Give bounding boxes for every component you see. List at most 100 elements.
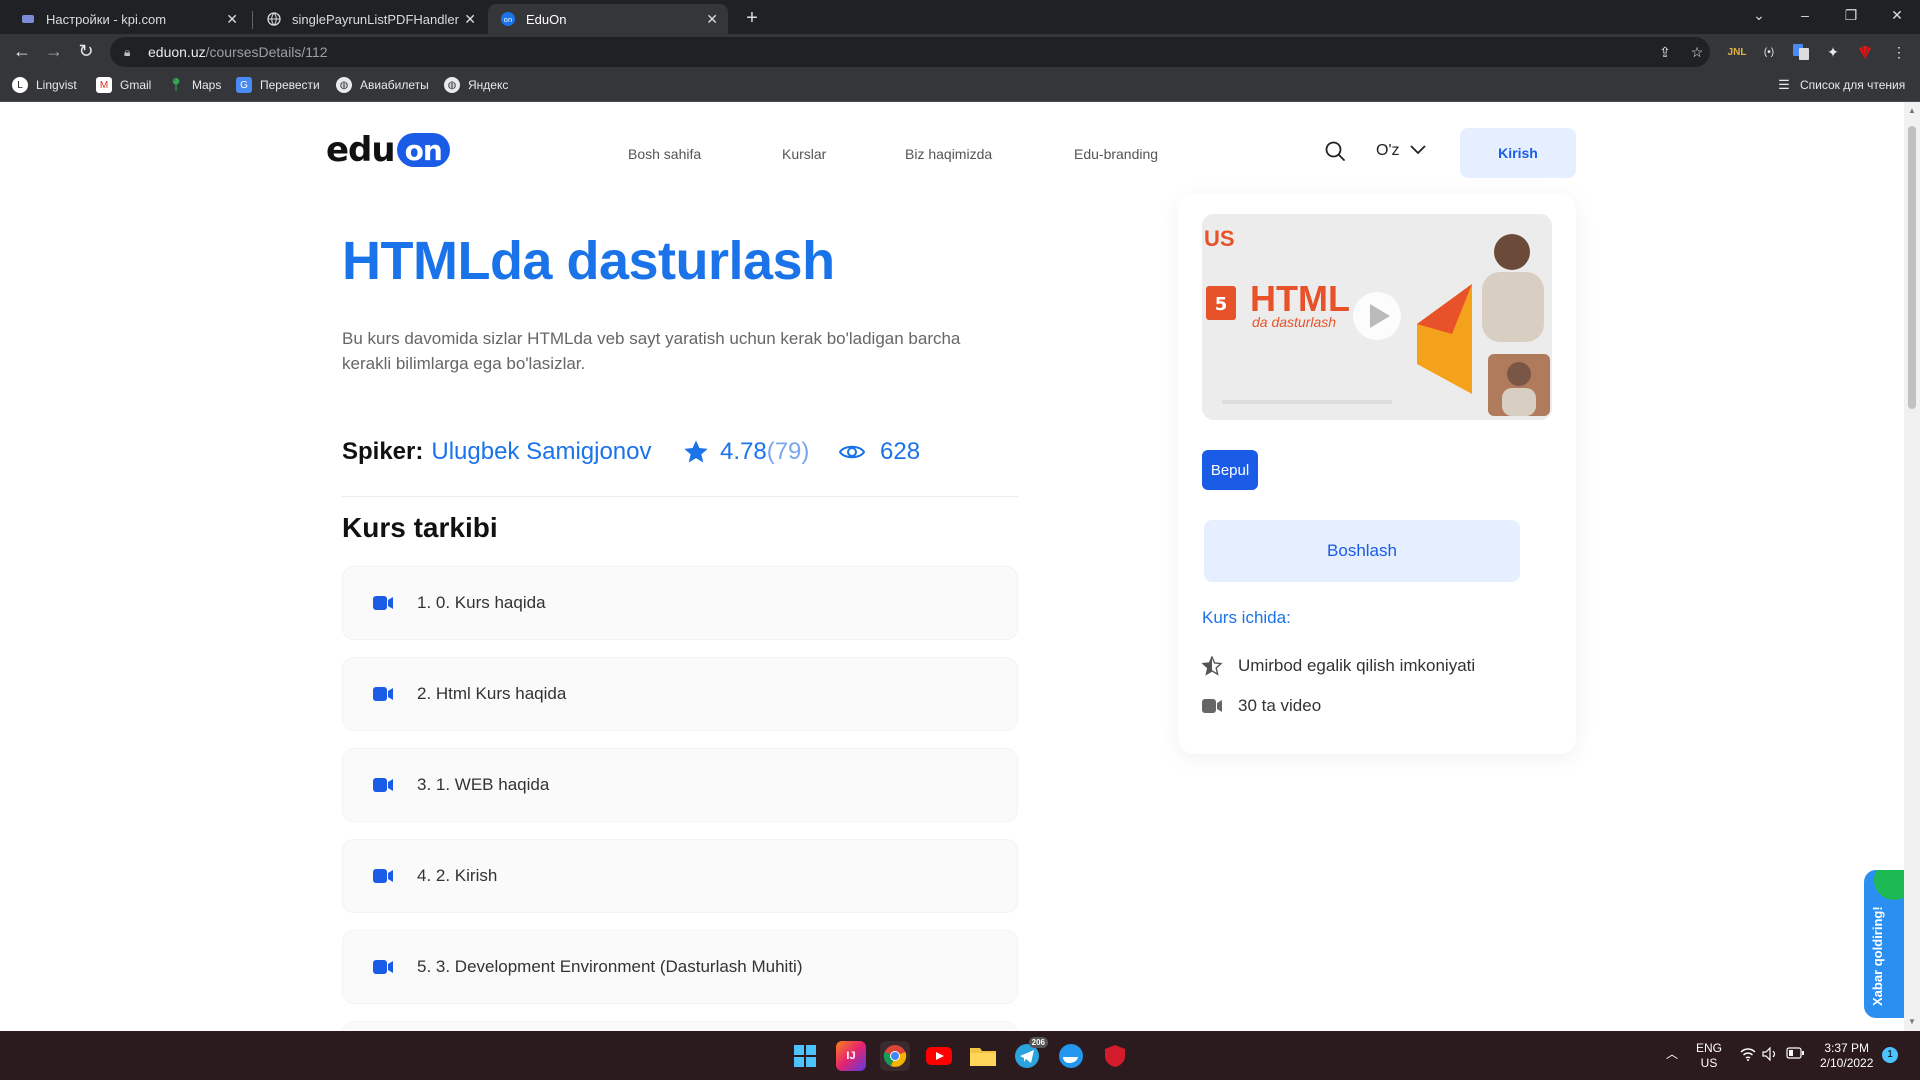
- price-badge: Bepul: [1202, 450, 1258, 490]
- nav-about[interactable]: Biz haqimizda: [905, 146, 992, 162]
- browser-tab-payrun[interactable]: singlePayrunListPDFHandler ✕: [254, 4, 486, 34]
- bookmark-label: Перевести: [260, 78, 320, 92]
- logo-badge: on: [396, 133, 450, 167]
- bookmark-aviabilety[interactable]: ◍ Авиабилеты: [336, 77, 429, 93]
- minimize-button[interactable]: –: [1782, 0, 1828, 30]
- close-window-button[interactable]: ✕: [1874, 0, 1920, 30]
- share-icon[interactable]: ⇪: [1654, 41, 1676, 63]
- chrome-icon[interactable]: [880, 1041, 910, 1071]
- scroll-down-arrow-icon[interactable]: ▼: [1908, 1017, 1916, 1026]
- close-tab-icon[interactable]: ✕: [464, 11, 476, 28]
- scrollbar-thumb[interactable]: [1908, 126, 1916, 409]
- forward-button[interactable]: →: [40, 37, 68, 65]
- globe-icon: ◍: [336, 77, 352, 93]
- start-button[interactable]: Boshlash: [1204, 520, 1520, 582]
- file-explorer-icon[interactable]: [968, 1041, 998, 1071]
- rating-count: (79): [766, 438, 810, 465]
- lesson-title: 4. 2. Kirish: [417, 866, 498, 885]
- speaker: Spiker: Ulugbek Samigjonov: [342, 438, 652, 466]
- bookmark-label: Авиабилеты: [360, 78, 429, 92]
- new-tab-button[interactable]: +: [738, 4, 766, 32]
- reading-list-label: Список для чтения: [1800, 78, 1906, 92]
- bookmark-maps[interactable]: 📍︎ Maps: [168, 77, 222, 93]
- nav-edu-branding[interactable]: Edu-branding: [1074, 146, 1158, 162]
- lesson-title: 1. 0. Kurs haqida: [417, 593, 546, 612]
- lesson-item[interactable]: 4. 2. Kirish: [342, 839, 1018, 913]
- nav-courses[interactable]: Kurslar: [782, 146, 826, 162]
- telegram-icon[interactable]: 206: [1012, 1037, 1048, 1071]
- windows-start-icon[interactable]: [790, 1041, 820, 1071]
- chevron-down-icon: [1409, 142, 1426, 160]
- page-scrollbar[interactable]: ▲ ▼: [1904, 102, 1920, 1031]
- browser-tab-strip: Настройки - kpi.com ✕ singlePayrunListPD…: [0, 0, 1920, 34]
- feedback-label: Xabar qoldiring!: [1870, 906, 1885, 1006]
- course-rating: 4.78 (79): [682, 438, 809, 466]
- course-title: HTMLda dasturlash: [342, 231, 835, 291]
- notification-badge[interactable]: 1: [1882, 1047, 1898, 1063]
- tab-title: EduOn: [526, 11, 567, 27]
- wifi-icon[interactable]: [1740, 1047, 1756, 1065]
- lesson-item[interactable]: 1. 0. Kurs haqida: [342, 566, 1018, 640]
- bookmark-star-icon[interactable]: ☆: [1686, 41, 1708, 63]
- browser-tab-eduon[interactable]: on EduOn ✕: [488, 4, 728, 34]
- close-tab-icon[interactable]: ✕: [706, 11, 718, 28]
- lesson-item[interactable]: 2. Html Kurs haqida: [342, 657, 1018, 731]
- back-button[interactable]: ←: [8, 37, 36, 65]
- eduon-logo[interactable]: edu on: [326, 130, 450, 170]
- tray-overflow-chevron-icon[interactable]: ︿: [1666, 1047, 1678, 1062]
- eduon-favicon-icon: on: [500, 11, 516, 27]
- bookmarks-bar: L Lingvist M Gmail 📍︎ Maps G Перевести ◍…: [0, 70, 1920, 102]
- translate-icon: G: [236, 77, 252, 93]
- language-select[interactable]: O'z: [1376, 142, 1426, 160]
- vpn-app-icon[interactable]: [1100, 1041, 1130, 1071]
- half-star-icon: [1202, 656, 1222, 676]
- reading-list-button[interactable]: ☰ Список для чтения: [1776, 77, 1905, 93]
- translate-extension-icon[interactable]: [1790, 41, 1812, 63]
- reload-button[interactable]: ↻: [72, 37, 100, 65]
- address-bar[interactable]: 🔒︎ eduon.uz/coursesDetails/112: [110, 37, 1710, 67]
- nav-home[interactable]: Bosh sahifa: [628, 146, 701, 162]
- bookmark-gmail[interactable]: M Gmail: [96, 77, 151, 93]
- course-video-thumbnail[interactable]: 5 US HTML da dasturlash: [1202, 214, 1552, 420]
- docker-icon[interactable]: [1056, 1041, 1086, 1071]
- lesson-item[interactable]: 5. 3. Development Environment (Dasturlas…: [342, 930, 1018, 1004]
- extension-cast-icon[interactable]: (•): [1758, 41, 1780, 63]
- extension-jnl-icon[interactable]: JNL: [1726, 41, 1748, 63]
- bookmark-label: Gmail: [120, 78, 152, 92]
- close-tab-icon[interactable]: ✕: [226, 11, 238, 28]
- battery-icon[interactable]: [1786, 1047, 1804, 1063]
- bookmark-translate[interactable]: G Перевести: [236, 77, 320, 93]
- bookmark-label: Lingvist: [36, 78, 77, 92]
- browser-tab-kpi[interactable]: Настройки - kpi.com ✕: [8, 4, 248, 34]
- gmail-icon: M: [96, 77, 112, 93]
- intellij-icon[interactable]: IJ: [836, 1041, 866, 1071]
- divider: [342, 496, 1018, 497]
- restore-button[interactable]: ❐: [1828, 0, 1874, 30]
- video-icon: [373, 960, 393, 974]
- clock[interactable]: 3:37 PM 2/10/2022: [1820, 1041, 1873, 1071]
- youtube-icon[interactable]: [924, 1041, 954, 1071]
- huawei-extension-icon[interactable]: [1854, 41, 1876, 63]
- tab-search-chevron-icon[interactable]: ⌄: [1736, 0, 1782, 30]
- bookmark-lingvist[interactable]: L Lingvist: [12, 77, 77, 93]
- feedback-button[interactable]: Xabar qoldiring!: [1864, 870, 1904, 1018]
- browser-menu-icon[interactable]: ⋮: [1888, 41, 1910, 63]
- views-value: 628: [880, 438, 921, 465]
- bookmark-label: Яндекс: [468, 78, 509, 92]
- bookmark-yandex[interactable]: ◍ Яндекс: [444, 77, 508, 93]
- extensions-puzzle-icon[interactable]: ✦: [1822, 41, 1844, 63]
- volume-icon[interactable]: [1762, 1046, 1778, 1065]
- lesson-title: 5. 3. Development Environment (Dasturlas…: [417, 957, 803, 976]
- telegram-badge: 206: [1028, 1037, 1048, 1048]
- feature-lifetime: Umirbod egalik qilish imkoniyati: [1202, 656, 1475, 676]
- input-language[interactable]: ENG US: [1696, 1041, 1722, 1071]
- logo-text: edu: [326, 130, 396, 170]
- speaker-name-link[interactable]: Ulugbek Samigjonov: [431, 438, 651, 466]
- feature-videos: 30 ta video: [1202, 696, 1321, 716]
- scroll-up-arrow-icon[interactable]: ▲: [1908, 106, 1916, 115]
- lesson-item[interactable]: [342, 1021, 1018, 1031]
- search-icon[interactable]: [1324, 140, 1346, 162]
- thumbnail-brand: US: [1204, 226, 1235, 251]
- login-button[interactable]: Kirish: [1460, 128, 1576, 178]
- lesson-item[interactable]: 3. 1. WEB haqida: [342, 748, 1018, 822]
